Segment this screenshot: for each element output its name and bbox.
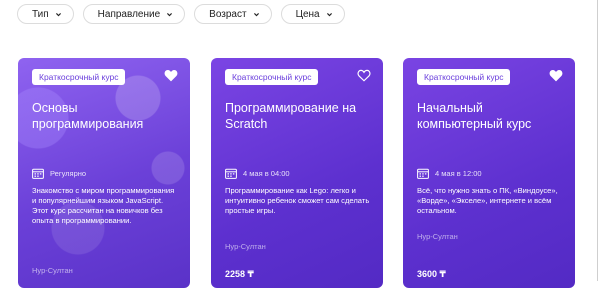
course-type-badge: Краткосрочный курс bbox=[417, 69, 511, 85]
course-type-badge: Краткосрочный курс bbox=[225, 69, 319, 85]
course-location: Нур-Султан bbox=[417, 232, 458, 241]
course-location: Нур-Султан bbox=[32, 266, 73, 275]
course-schedule: 4 мая в 04:00 bbox=[225, 168, 290, 179]
course-date: 4 мая в 12:00 bbox=[435, 169, 482, 178]
favorite-heart-outline-icon[interactable] bbox=[357, 69, 371, 82]
filter-label: Возраст bbox=[209, 8, 247, 20]
course-description: Знакомство с миром программирования и по… bbox=[32, 186, 175, 225]
course-card[interactable]: Краткосрочный курс Программирование на S… bbox=[211, 58, 383, 288]
filter-age[interactable]: Возраст bbox=[194, 4, 272, 24]
chevron-down-icon bbox=[167, 12, 173, 16]
calendar-icon bbox=[225, 168, 237, 179]
calendar-icon bbox=[32, 168, 44, 179]
course-title[interactable]: Основы программирования bbox=[32, 100, 182, 132]
course-type-badge: Краткосрочный курс bbox=[32, 69, 126, 85]
chevron-down-icon bbox=[253, 12, 259, 16]
course-date: Регулярно bbox=[50, 169, 87, 178]
course-title[interactable]: Начальный компьютерный курс bbox=[417, 100, 567, 132]
course-card[interactable]: Краткосрочный курс Основы программирован… bbox=[18, 58, 190, 288]
chevron-down-icon bbox=[55, 12, 61, 16]
favorite-heart-icon[interactable] bbox=[549, 69, 563, 82]
course-card[interactable]: Краткосрочный курс Начальный компьютерны… bbox=[403, 58, 575, 288]
filter-type[interactable]: Тип bbox=[17, 4, 74, 24]
filter-price[interactable]: Цена bbox=[280, 4, 345, 24]
course-location: Нур-Султан bbox=[225, 242, 266, 251]
course-title[interactable]: Программирование на Scratch bbox=[225, 100, 375, 132]
course-description: Программирование как Lego: легко и интуи… bbox=[225, 186, 370, 215]
chevron-down-icon bbox=[326, 12, 332, 16]
course-price: 3600 ₸ bbox=[417, 269, 446, 279]
filter-direction[interactable]: Направление bbox=[82, 4, 186, 24]
page-edge-divider bbox=[597, 0, 598, 281]
course-schedule: 4 мая в 12:00 bbox=[417, 168, 482, 179]
course-schedule: Регулярно bbox=[32, 168, 86, 179]
filter-label: Направление bbox=[97, 8, 161, 20]
favorite-heart-icon[interactable] bbox=[164, 69, 178, 82]
filter-label: Тип bbox=[32, 8, 49, 20]
course-date: 4 мая в 04:00 bbox=[243, 169, 290, 178]
course-description: Всё, что нужно знать о ПК, «Виндоусе», «… bbox=[417, 186, 558, 215]
calendar-icon bbox=[417, 168, 429, 179]
filter-bar: Тип Направление Возраст Цена bbox=[17, 4, 345, 24]
filter-label: Цена bbox=[295, 8, 320, 20]
course-price: 2258 ₸ bbox=[225, 269, 254, 279]
